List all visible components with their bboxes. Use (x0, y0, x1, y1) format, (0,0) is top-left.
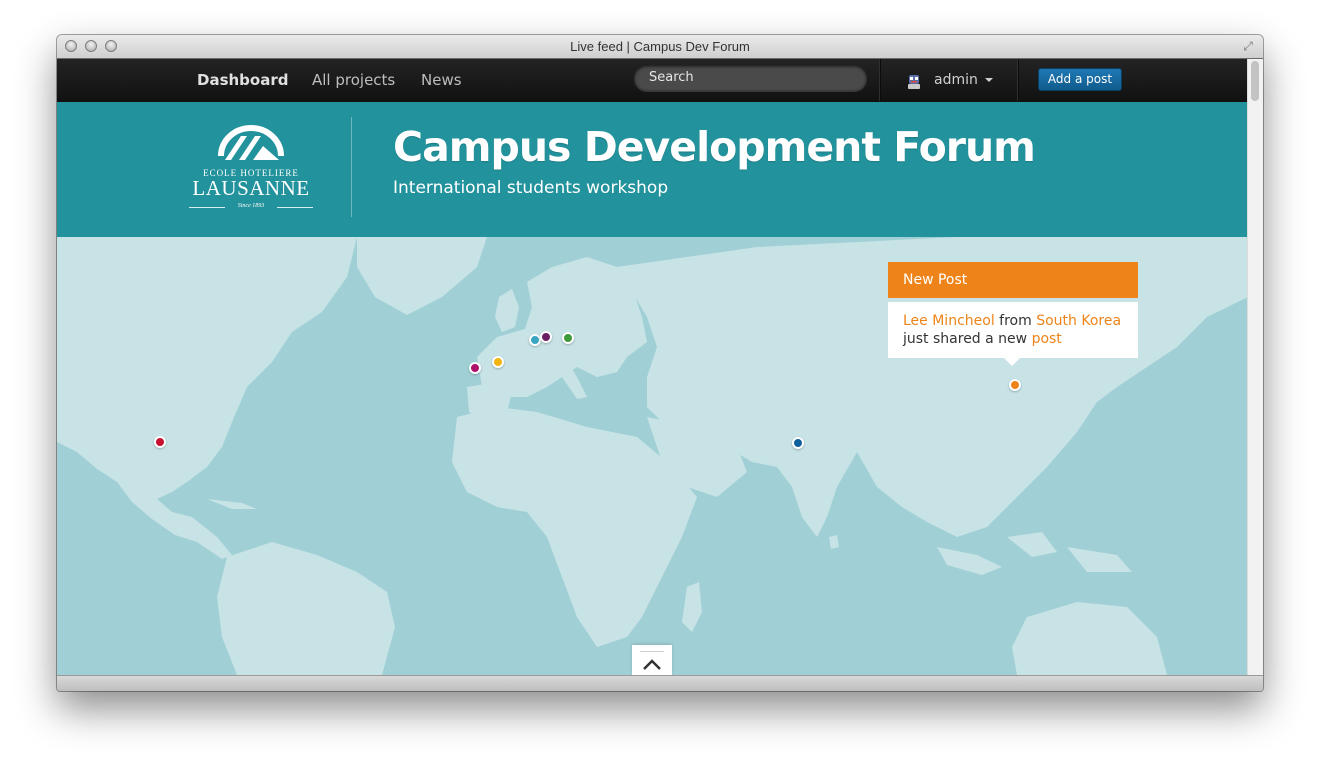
country-link[interactable]: South Korea (1036, 313, 1121, 329)
minimize-window-button[interactable] (85, 40, 97, 52)
zoom-window-button[interactable] (105, 40, 117, 52)
logo-mark-icon (218, 125, 284, 160)
nav-dashboard[interactable]: Dashboard (197, 59, 288, 101)
close-window-button[interactable] (65, 40, 77, 52)
page-title: Campus Development Forum (393, 123, 1036, 171)
map-pin[interactable] (562, 332, 574, 344)
post-link[interactable]: post (1032, 331, 1062, 347)
top-navigation: Dashboard All projects News Search admin… (57, 59, 1248, 103)
new-post-popup: New Post Lee Mincheol from South Korea j… (888, 262, 1138, 366)
chevron-down-icon[interactable] (985, 78, 993, 82)
author-link[interactable]: Lee Mincheol (903, 313, 995, 329)
user-menu[interactable]: admin (934, 59, 978, 101)
window-bottom-bar (57, 675, 1263, 691)
chevron-up-icon (643, 659, 661, 670)
map-pin[interactable] (154, 436, 166, 448)
ehl-logo[interactable]: ECOLE HOTELIERE LAUSANNE Since 1893 (185, 122, 317, 214)
map-pin[interactable] (469, 362, 481, 374)
scrollbar-thumb[interactable] (1251, 61, 1259, 101)
fullscreen-icon[interactable]: ⤢ (1241, 39, 1255, 53)
user-avatar-icon (908, 75, 920, 89)
tab-rule (640, 651, 664, 652)
logo-rule (277, 207, 313, 208)
window-titlebar: Live feed | Campus Dev Forum ⤢ (57, 35, 1263, 59)
popup-from-text: from (999, 313, 1032, 329)
popup-pointer (1004, 358, 1020, 366)
map-pin[interactable] (492, 356, 504, 368)
nav-all-projects[interactable]: All projects (312, 59, 395, 101)
nav-news[interactable]: News (421, 59, 462, 101)
popup-heading: New Post (888, 262, 1138, 298)
logo-line3: Since 1893 (237, 203, 265, 209)
popup-body: Lee Mincheol from South Korea just share… (888, 302, 1138, 366)
popup-middle-text: just shared a new (903, 331, 1028, 347)
map-pin[interactable] (1009, 379, 1021, 391)
map-pin[interactable] (540, 331, 552, 343)
scroll-up-button[interactable] (632, 645, 672, 675)
logo-line2: LAUSANNE (192, 176, 310, 200)
page-subtitle: International students workshop (393, 178, 669, 198)
search-input[interactable]: Search (634, 65, 867, 91)
map-pin[interactable] (792, 437, 804, 449)
world-map: New Post Lee Mincheol from South Korea j… (57, 237, 1248, 675)
header-divider (351, 117, 352, 217)
window-title: Live feed | Campus Dev Forum (570, 39, 750, 54)
browser-window: Live feed | Campus Dev Forum ⤢ Dashboard… (57, 35, 1263, 691)
site-header: ECOLE HOTELIERE LAUSANNE Since 1893 Camp… (57, 102, 1248, 237)
vertical-scrollbar[interactable] (1247, 59, 1263, 691)
nav-divider (879, 59, 880, 101)
nav-divider (1017, 59, 1018, 101)
add-post-button[interactable]: Add a post (1038, 68, 1122, 91)
